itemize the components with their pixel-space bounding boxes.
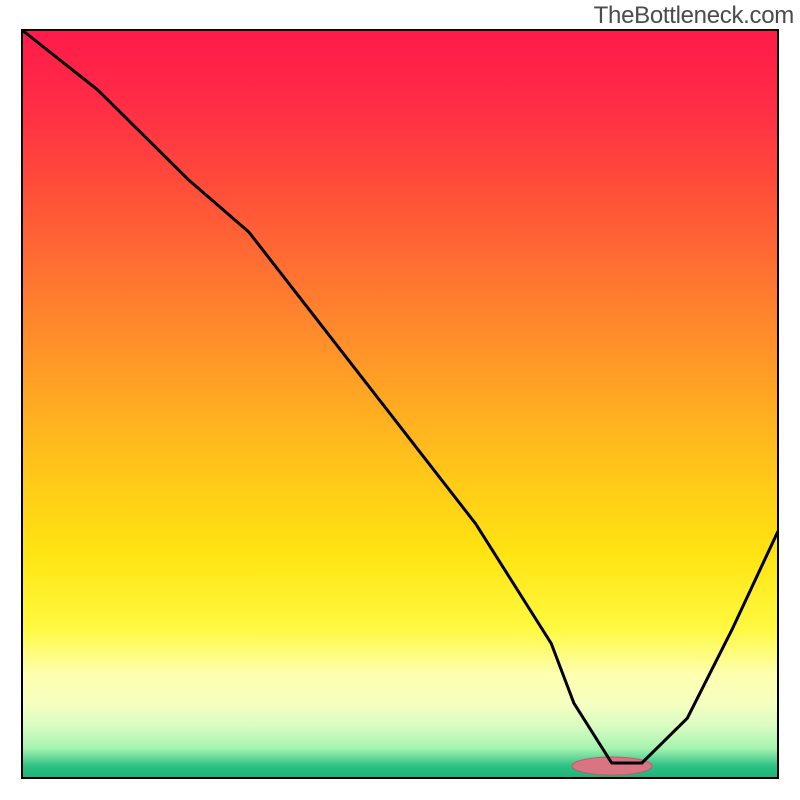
optimal-zone-marker — [572, 757, 652, 775]
plot-background — [22, 30, 778, 778]
bottleneck-chart — [0, 0, 800, 800]
watermark-text: TheBottleneck.com — [594, 2, 794, 30]
